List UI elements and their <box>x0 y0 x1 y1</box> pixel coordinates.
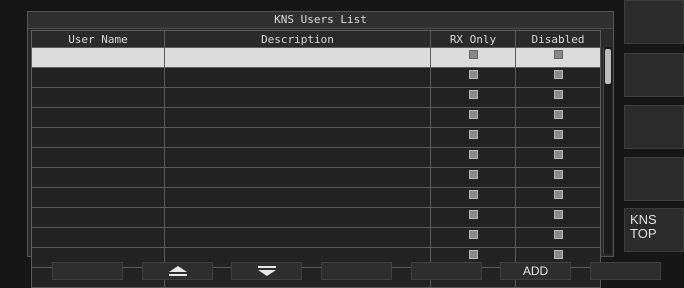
side-button-4[interactable] <box>624 157 684 201</box>
user-name-cell[interactable] <box>31 127 165 148</box>
rx-only-cell[interactable] <box>430 167 516 188</box>
disabled-checkbox[interactable] <box>553 70 563 79</box>
rx-only-cell[interactable] <box>430 127 516 148</box>
side-button-1[interactable] <box>624 0 684 44</box>
rx-only-cell[interactable] <box>430 147 516 168</box>
disabled-checkbox[interactable] <box>553 190 563 199</box>
add-button[interactable]: ADD <box>500 262 571 280</box>
bottom-button-1[interactable] <box>52 262 123 280</box>
scroll-down-button[interactable] <box>231 262 302 280</box>
rx-only-checkbox[interactable] <box>468 50 478 59</box>
description-cell[interactable] <box>164 147 431 168</box>
disabled-checkbox[interactable] <box>553 110 563 119</box>
rx-only-cell[interactable] <box>430 87 516 108</box>
side-button-2[interactable] <box>624 53 684 97</box>
table-row[interactable] <box>31 67 601 88</box>
disabled-checkbox[interactable] <box>553 170 563 179</box>
rx-only-checkbox[interactable] <box>468 90 478 99</box>
disabled-cell[interactable] <box>515 87 601 108</box>
disabled-cell[interactable] <box>515 187 601 208</box>
disabled-checkbox[interactable] <box>553 150 563 159</box>
table-row[interactable] <box>31 107 601 128</box>
kns-top-label-line2: TOP <box>630 226 657 241</box>
user-name-cell[interactable] <box>31 67 165 88</box>
rx-only-cell[interactable] <box>430 107 516 128</box>
user-name-cell[interactable] <box>31 227 165 248</box>
disabled-cell[interactable] <box>515 147 601 168</box>
bottom-button-5[interactable] <box>411 262 482 280</box>
table-row[interactable] <box>31 87 601 108</box>
user-name-cell[interactable] <box>31 167 165 188</box>
description-cell[interactable] <box>164 167 431 188</box>
disabled-cell[interactable] <box>515 127 601 148</box>
kns-top-button[interactable]: KNS TOP <box>624 208 684 252</box>
table-row[interactable] <box>31 207 601 228</box>
scroll-up-button[interactable] <box>142 262 213 280</box>
description-cell[interactable] <box>164 67 431 88</box>
description-cell[interactable] <box>164 47 431 68</box>
description-cell[interactable] <box>164 207 431 228</box>
disabled-cell[interactable] <box>515 107 601 128</box>
table-row[interactable] <box>31 167 601 188</box>
table-row[interactable] <box>31 47 601 68</box>
table-row[interactable] <box>31 147 601 168</box>
disabled-cell[interactable] <box>515 227 601 248</box>
user-name-cell[interactable] <box>31 187 165 208</box>
bottom-button-4[interactable] <box>321 262 392 280</box>
triangle-down-icon <box>257 266 276 276</box>
description-cell[interactable] <box>164 87 431 108</box>
description-cell[interactable] <box>164 127 431 148</box>
user-name-cell[interactable] <box>31 107 165 128</box>
user-name-cell[interactable] <box>31 87 165 108</box>
rx-only-checkbox[interactable] <box>468 190 478 199</box>
disabled-checkbox[interactable] <box>553 210 563 219</box>
triangle-up-icon <box>168 266 187 276</box>
disabled-cell[interactable] <box>515 167 601 188</box>
column-header-user-name: User Name <box>31 30 165 48</box>
rx-only-checkbox[interactable] <box>468 230 478 239</box>
description-cell[interactable] <box>164 107 431 128</box>
disabled-cell[interactable] <box>515 47 601 68</box>
scrollbar-track[interactable] <box>603 47 612 254</box>
panel-title: KNS Users List <box>28 12 613 29</box>
users-table: User Name Description RX Only Disabled <box>31 30 601 288</box>
table-row[interactable] <box>31 227 601 248</box>
disabled-checkbox[interactable] <box>553 250 563 259</box>
rx-only-cell[interactable] <box>430 47 516 68</box>
scrollbar-thumb[interactable] <box>605 49 611 84</box>
column-header-description: Description <box>164 30 431 48</box>
disabled-checkbox[interactable] <box>553 130 563 139</box>
users-table-body <box>31 47 601 288</box>
table-row[interactable] <box>31 127 601 148</box>
rx-only-checkbox[interactable] <box>468 110 478 119</box>
table-header-row: User Name Description RX Only Disabled <box>31 30 601 48</box>
column-header-disabled: Disabled <box>515 30 601 48</box>
rx-only-checkbox[interactable] <box>468 170 478 179</box>
rx-only-checkbox[interactable] <box>468 70 478 79</box>
description-cell[interactable] <box>164 227 431 248</box>
rx-only-cell[interactable] <box>430 227 516 248</box>
user-name-cell[interactable] <box>31 47 165 68</box>
rx-only-cell[interactable] <box>430 207 516 228</box>
rx-only-checkbox[interactable] <box>468 130 478 139</box>
user-name-cell[interactable] <box>31 147 165 168</box>
side-button-3[interactable] <box>624 105 684 149</box>
disabled-cell[interactable] <box>515 67 601 88</box>
rx-only-checkbox[interactable] <box>468 150 478 159</box>
kns-users-list-panel: KNS Users List User Name Description RX … <box>27 11 614 288</box>
user-name-cell[interactable] <box>31 207 165 228</box>
disabled-checkbox[interactable] <box>553 90 563 99</box>
disabled-checkbox[interactable] <box>553 230 563 239</box>
description-cell[interactable] <box>164 187 431 208</box>
disabled-cell[interactable] <box>515 207 601 228</box>
rx-only-cell[interactable] <box>430 67 516 88</box>
disabled-checkbox[interactable] <box>553 50 563 59</box>
bottom-button-7[interactable] <box>590 262 661 280</box>
table-row[interactable] <box>31 187 601 208</box>
rx-only-cell[interactable] <box>430 187 516 208</box>
rx-only-checkbox[interactable] <box>468 250 478 259</box>
kns-top-label-line1: KNS <box>630 212 657 227</box>
rx-only-checkbox[interactable] <box>468 210 478 219</box>
column-header-rx-only: RX Only <box>430 30 516 48</box>
